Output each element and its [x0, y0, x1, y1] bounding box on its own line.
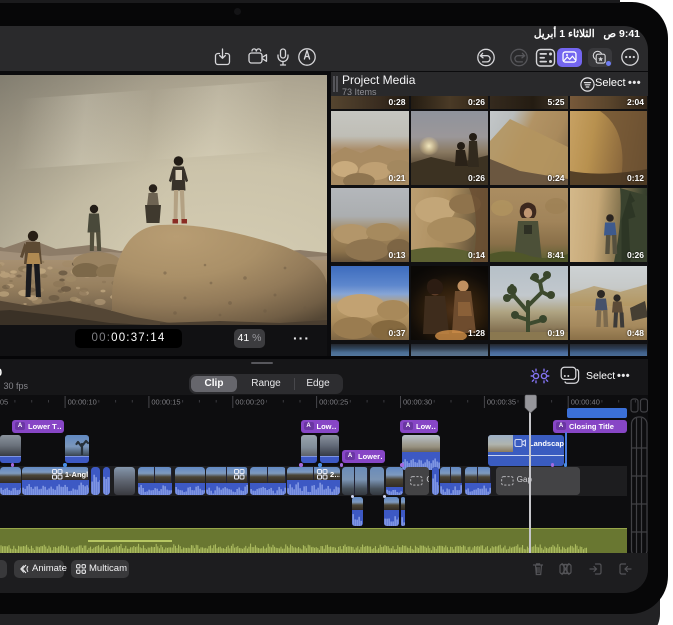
svg-text:00:00:05: 00:00:05 — [0, 398, 8, 407]
